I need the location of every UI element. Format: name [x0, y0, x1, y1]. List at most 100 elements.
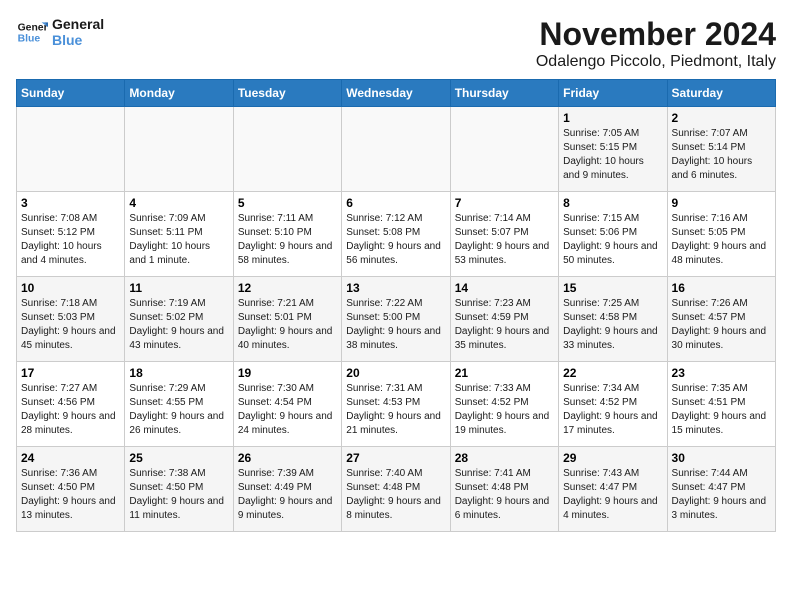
calendar-cell: 17 Sunrise: 7:27 AM Sunset: 4:56 PM Dayli… — [17, 362, 125, 447]
day-info: Sunrise: 7:38 AM Sunset: 4:50 PM Dayligh… — [129, 467, 228, 523]
day-info: Sunrise: 7:33 AM Sunset: 4:52 PM Dayligh… — [455, 382, 554, 438]
weekday-header-thursday: Thursday — [450, 80, 558, 107]
calendar-cell: 8 Sunrise: 7:15 AM Sunset: 5:06 PM Daylig… — [559, 192, 667, 277]
day-info: Sunrise: 7:15 AM Sunset: 5:06 PM Dayligh… — [563, 212, 662, 268]
calendar-cell: 24 Sunrise: 7:36 AM Sunset: 4:50 PM Dayli… — [17, 447, 125, 532]
day-number: 5 — [238, 196, 337, 210]
day-info: Sunrise: 7:43 AM Sunset: 4:47 PM Dayligh… — [563, 467, 662, 523]
calendar-cell — [17, 107, 125, 192]
day-number: 6 — [346, 196, 445, 210]
weekday-header-wednesday: Wednesday — [342, 80, 450, 107]
day-number: 22 — [563, 366, 662, 380]
logo: General Blue General Blue — [16, 16, 104, 48]
calendar-cell: 28 Sunrise: 7:41 AM Sunset: 4:48 PM Dayli… — [450, 447, 558, 532]
calendar-table: SundayMondayTuesdayWednesdayThursdayFrid… — [16, 79, 776, 532]
month-title: November 2024 — [536, 16, 776, 53]
day-info: Sunrise: 7:30 AM Sunset: 4:54 PM Dayligh… — [238, 382, 337, 438]
day-info: Sunrise: 7:14 AM Sunset: 5:07 PM Dayligh… — [455, 212, 554, 268]
day-number: 20 — [346, 366, 445, 380]
day-number: 17 — [21, 366, 120, 380]
day-info: Sunrise: 7:27 AM Sunset: 4:56 PM Dayligh… — [21, 382, 120, 438]
day-number: 7 — [455, 196, 554, 210]
day-number: 19 — [238, 366, 337, 380]
day-info: Sunrise: 7:36 AM Sunset: 4:50 PM Dayligh… — [21, 467, 120, 523]
day-number: 30 — [672, 451, 771, 465]
day-number: 23 — [672, 366, 771, 380]
day-info: Sunrise: 7:40 AM Sunset: 4:48 PM Dayligh… — [346, 467, 445, 523]
location-title: Odalengo Piccolo, Piedmont, Italy — [536, 53, 776, 71]
weekday-header-friday: Friday — [559, 80, 667, 107]
day-number: 21 — [455, 366, 554, 380]
day-info: Sunrise: 7:18 AM Sunset: 5:03 PM Dayligh… — [21, 297, 120, 353]
day-number: 10 — [21, 281, 120, 295]
calendar-cell: 18Sunrise: 7:29 AM Sunset: 4:55 PM Dayli… — [125, 362, 233, 447]
day-info: Sunrise: 7:41 AM Sunset: 4:48 PM Dayligh… — [455, 467, 554, 523]
calendar-cell: 3Sunrise: 7:08 AM Sunset: 5:12 PM Daylig… — [17, 192, 125, 277]
day-info: Sunrise: 7:31 AM Sunset: 4:53 PM Dayligh… — [346, 382, 445, 438]
day-info: Sunrise: 7:12 AM Sunset: 5:08 PM Dayligh… — [346, 212, 445, 268]
day-info: Sunrise: 7:07 AM Sunset: 5:14 PM Dayligh… — [672, 127, 771, 183]
svg-text:Blue: Blue — [18, 34, 41, 45]
title-section: November 2024 Odalengo Piccolo, Piedmont… — [536, 16, 776, 71]
logo-line1: General — [52, 16, 104, 32]
day-info: Sunrise: 7:39 AM Sunset: 4:49 PM Dayligh… — [238, 467, 337, 523]
calendar-cell — [342, 107, 450, 192]
day-info: Sunrise: 7:23 AM Sunset: 4:59 PM Dayligh… — [455, 297, 554, 353]
weekday-header-row: SundayMondayTuesdayWednesdayThursdayFrid… — [17, 80, 776, 107]
day-number: 9 — [672, 196, 771, 210]
calendar-cell: 13 Sunrise: 7:22 AM Sunset: 5:00 PM Dayli… — [342, 277, 450, 362]
weekday-header-saturday: Saturday — [667, 80, 775, 107]
day-info: Sunrise: 7:22 AM Sunset: 5:00 PM Dayligh… — [346, 297, 445, 353]
day-number: 11 — [129, 281, 228, 295]
calendar-cell: 9 Sunrise: 7:16 AM Sunset: 5:05 PM Daylig… — [667, 192, 775, 277]
day-info: Sunrise: 7:09 AM Sunset: 5:11 PM Dayligh… — [129, 212, 228, 268]
week-row-0: 1 Sunrise: 7:05 AM Sunset: 5:15 PM Daylig… — [17, 107, 776, 192]
day-number: 29 — [563, 451, 662, 465]
logo-icon: General Blue — [16, 16, 48, 48]
svg-text:General: General — [18, 22, 48, 33]
day-number: 27 — [346, 451, 445, 465]
day-info: Sunrise: 7:21 AM Sunset: 5:01 PM Dayligh… — [238, 297, 337, 353]
logo-line2: Blue — [52, 32, 104, 48]
day-number: 24 — [21, 451, 120, 465]
calendar-cell: 29 Sunrise: 7:43 AM Sunset: 4:47 PM Dayli… — [559, 447, 667, 532]
calendar-cell: 10 Sunrise: 7:18 AM Sunset: 5:03 PM Dayli… — [17, 277, 125, 362]
day-info: Sunrise: 7:16 AM Sunset: 5:05 PM Dayligh… — [672, 212, 771, 268]
day-info: Sunrise: 7:05 AM Sunset: 5:15 PM Dayligh… — [563, 127, 662, 183]
week-row-2: 10 Sunrise: 7:18 AM Sunset: 5:03 PM Dayli… — [17, 277, 776, 362]
weekday-header-sunday: Sunday — [17, 80, 125, 107]
calendar-cell: 19 Sunrise: 7:30 AM Sunset: 4:54 PM Dayli… — [233, 362, 341, 447]
day-number: 15 — [563, 281, 662, 295]
calendar-cell: 23Sunrise: 7:35 AM Sunset: 4:51 PM Dayli… — [667, 362, 775, 447]
calendar-cell: 20 Sunrise: 7:31 AM Sunset: 4:53 PM Dayli… — [342, 362, 450, 447]
day-number: 4 — [129, 196, 228, 210]
weekday-header-tuesday: Tuesday — [233, 80, 341, 107]
calendar-cell: 7 Sunrise: 7:14 AM Sunset: 5:07 PM Daylig… — [450, 192, 558, 277]
calendar-cell: 11 Sunrise: 7:19 AM Sunset: 5:02 PM Dayli… — [125, 277, 233, 362]
calendar-cell — [125, 107, 233, 192]
day-number: 26 — [238, 451, 337, 465]
day-info: Sunrise: 7:08 AM Sunset: 5:12 PM Dayligh… — [21, 212, 120, 268]
weekday-header-monday: Monday — [125, 80, 233, 107]
calendar-body: 1 Sunrise: 7:05 AM Sunset: 5:15 PM Daylig… — [17, 107, 776, 532]
day-number: 28 — [455, 451, 554, 465]
calendar-cell: 27 Sunrise: 7:40 AM Sunset: 4:48 PM Dayli… — [342, 447, 450, 532]
day-number: 8 — [563, 196, 662, 210]
week-row-1: 3Sunrise: 7:08 AM Sunset: 5:12 PM Daylig… — [17, 192, 776, 277]
calendar-cell: 1 Sunrise: 7:05 AM Sunset: 5:15 PM Daylig… — [559, 107, 667, 192]
calendar-cell: 14Sunrise: 7:23 AM Sunset: 4:59 PM Dayli… — [450, 277, 558, 362]
day-info: Sunrise: 7:29 AM Sunset: 4:55 PM Dayligh… — [129, 382, 228, 438]
day-number: 1 — [563, 111, 662, 125]
calendar-cell: 25 Sunrise: 7:38 AM Sunset: 4:50 PM Dayli… — [125, 447, 233, 532]
day-number: 25 — [129, 451, 228, 465]
day-info: Sunrise: 7:34 AM Sunset: 4:52 PM Dayligh… — [563, 382, 662, 438]
calendar-cell: 12Sunrise: 7:21 AM Sunset: 5:01 PM Dayli… — [233, 277, 341, 362]
calendar-cell: 16Sunrise: 7:26 AM Sunset: 4:57 PM Dayli… — [667, 277, 775, 362]
calendar-cell: 26 Sunrise: 7:39 AM Sunset: 4:49 PM Dayli… — [233, 447, 341, 532]
day-number: 2 — [672, 111, 771, 125]
calendar-cell: 5Sunrise: 7:11 AM Sunset: 5:10 PM Daylig… — [233, 192, 341, 277]
week-row-4: 24 Sunrise: 7:36 AM Sunset: 4:50 PM Dayli… — [17, 447, 776, 532]
day-info: Sunrise: 7:19 AM Sunset: 5:02 PM Dayligh… — [129, 297, 228, 353]
calendar-cell: 4 Sunrise: 7:09 AM Sunset: 5:11 PM Daylig… — [125, 192, 233, 277]
day-number: 13 — [346, 281, 445, 295]
